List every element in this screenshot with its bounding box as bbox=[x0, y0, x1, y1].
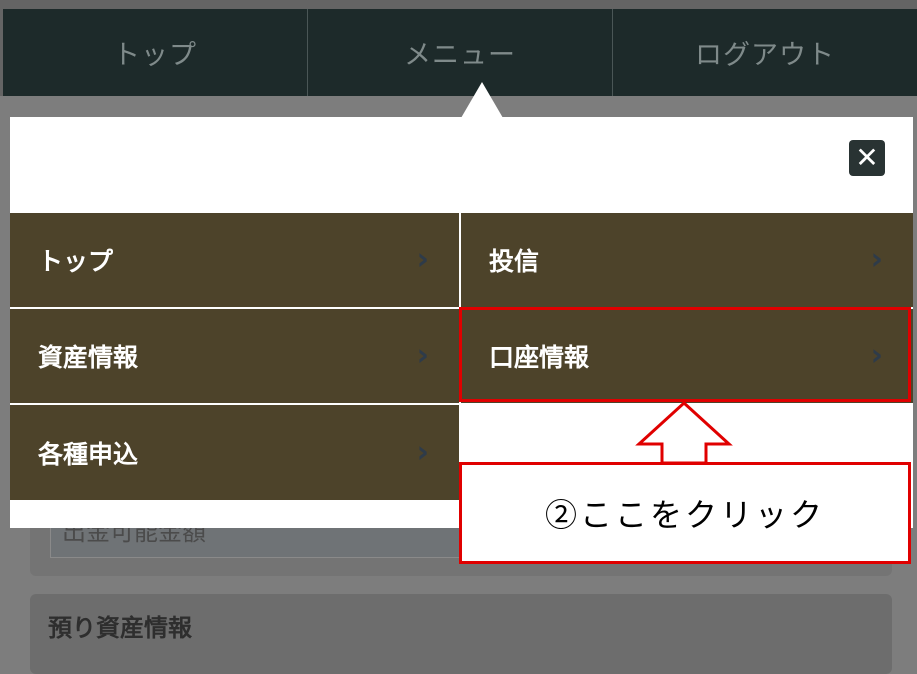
menu-item-label: 口座情報 bbox=[489, 343, 590, 372]
deposited-assets-title: 預り資産情報 bbox=[48, 614, 192, 642]
chevron-right-icon: › bbox=[416, 338, 429, 373]
chevron-right-icon: › bbox=[870, 242, 883, 277]
menu-item-label: 投信 bbox=[489, 247, 540, 276]
close-button[interactable]: ✕ bbox=[849, 140, 885, 176]
top-nav-tabs: トップ メニュー ログアウト bbox=[3, 9, 917, 96]
menu-item-account-info[interactable]: 口座情報 › bbox=[461, 309, 913, 403]
menu-item-asset-info[interactable]: 資産情報 › bbox=[10, 309, 459, 403]
menu-item-applications[interactable]: 各種申込 › bbox=[10, 405, 459, 500]
instruction-callout: ②ここをクリック bbox=[459, 462, 911, 564]
menu-item-label: 各種申込 bbox=[38, 439, 139, 469]
up-arrow-icon bbox=[635, 400, 733, 465]
chevron-right-icon: › bbox=[416, 434, 429, 470]
menu-item-investment-trust[interactable]: 投信 › bbox=[461, 213, 913, 307]
menu-caret bbox=[461, 82, 503, 118]
tab-logout[interactable]: ログアウト bbox=[613, 9, 917, 96]
callout-text: ②ここをクリック bbox=[544, 496, 825, 534]
menu-item-top[interactable]: トップ › bbox=[10, 213, 459, 307]
menu-item-label: トップ bbox=[38, 247, 114, 276]
chevron-right-icon: › bbox=[870, 338, 883, 373]
tab-top[interactable]: トップ bbox=[3, 9, 308, 96]
menu-grid: トップ › 投信 › 資産情報 › 口座情報 › 各種申込 › bbox=[10, 213, 913, 500]
menu-item-label: 資産情報 bbox=[38, 343, 139, 372]
top-nav-bar: トップ メニュー ログアウト bbox=[0, 0, 917, 96]
chevron-right-icon: › bbox=[416, 242, 429, 277]
close-icon: ✕ bbox=[855, 141, 879, 174]
